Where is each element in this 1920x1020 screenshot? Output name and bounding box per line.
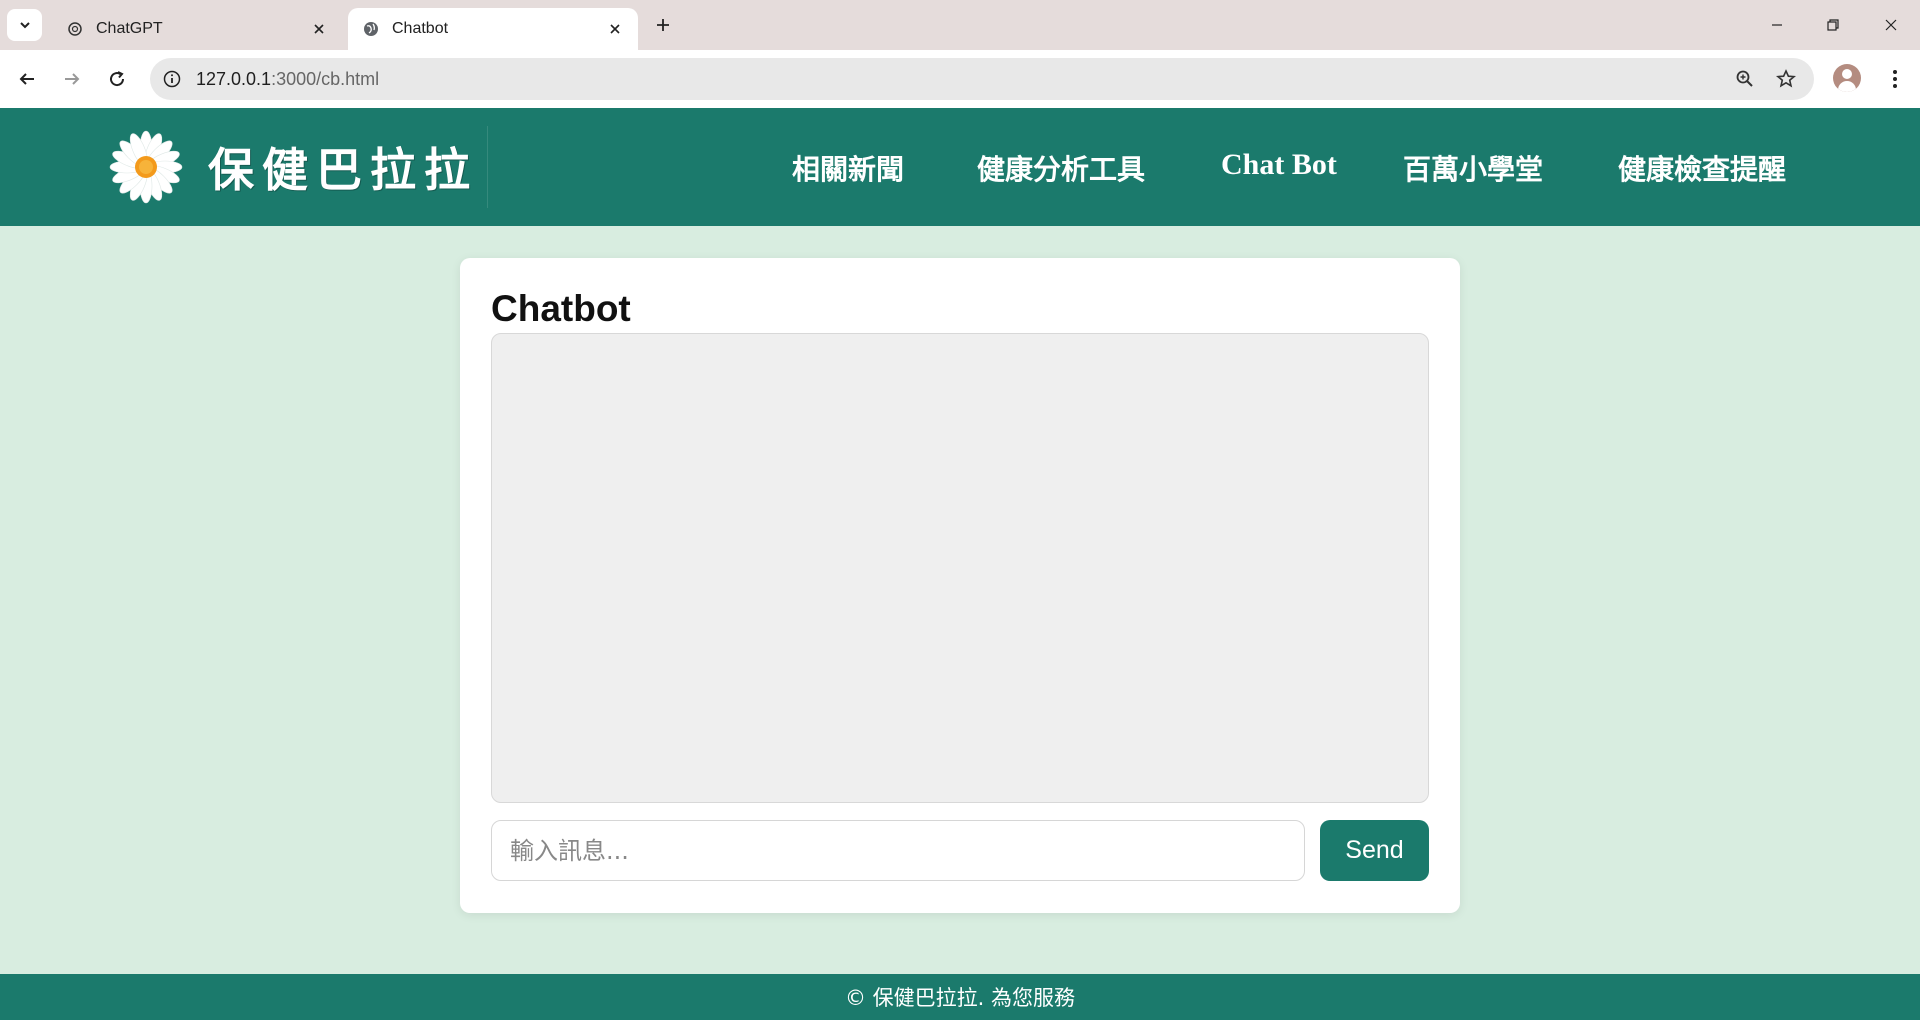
more-vert-icon (1893, 70, 1897, 88)
tab-chatgpt[interactable]: ChatGPT (52, 8, 342, 50)
arrow-right-icon (65, 73, 80, 85)
back-button[interactable] (12, 64, 42, 94)
url-path: :3000/cb.html (271, 69, 380, 89)
brand-name: 保健巴拉拉 (208, 143, 478, 197)
daisy-icon (109, 130, 183, 204)
browser-menu-button[interactable] (1880, 64, 1910, 94)
address-bar[interactable]: 127.0.0.1:3000/cb.html (150, 58, 1814, 100)
reload-button[interactable] (102, 64, 132, 94)
globe-icon (362, 20, 380, 38)
close-tab-icon[interactable] (310, 20, 328, 38)
arrow-left-icon (19, 73, 34, 85)
profile-avatar-icon[interactable] (1833, 64, 1861, 92)
nav-link-quiz[interactable]: 百萬小學堂 (1403, 148, 1543, 188)
url-text[interactable]: 127.0.0.1:3000/cb.html (196, 69, 379, 90)
openai-icon (66, 20, 84, 38)
nav-link-checkup-reminder[interactable]: 健康檢查提醒 (1618, 148, 1786, 188)
site-header: 保健巴拉拉 相關新聞 健康分析工具 Chat Bot 百萬小學堂 健康檢查提醒 (0, 108, 1920, 226)
close-tab-icon[interactable] (606, 20, 624, 38)
chevron-down-icon (19, 22, 30, 29)
close-window-button[interactable] (1876, 10, 1906, 40)
tab-title: ChatGPT (96, 20, 163, 37)
site-logo[interactable]: 保健巴拉拉 (108, 126, 488, 208)
bookmark-star-icon[interactable] (1774, 67, 1798, 91)
minimize-button[interactable] (1762, 10, 1792, 40)
url-host: 127.0.0.1 (196, 69, 272, 89)
nav-link-chat-bot[interactable]: Chat Bot (1221, 148, 1337, 182)
chatbot-card: Chatbot Send (460, 258, 1460, 913)
minimize-icon (1772, 24, 1782, 26)
restore-button[interactable] (1818, 10, 1848, 40)
send-button[interactable]: Send (1320, 820, 1429, 881)
message-input[interactable] (491, 820, 1305, 881)
browser-tab-strip: ChatGPT Chatbot (0, 0, 1920, 50)
site-info-icon[interactable] (160, 67, 184, 91)
chat-log[interactable] (491, 333, 1429, 803)
browser-toolbar: 127.0.0.1:3000/cb.html (0, 50, 1920, 108)
tab-chatbot[interactable]: Chatbot (348, 8, 638, 50)
forward-button[interactable] (57, 64, 87, 94)
footer-text: © 保健巴拉拉. 為您服務 (844, 986, 1076, 1010)
plus-icon (657, 19, 669, 31)
site-footer: © 保健巴拉拉. 為您服務 (0, 974, 1920, 1020)
page-title: Chatbot (491, 288, 631, 329)
nav-link-health-tools[interactable]: 健康分析工具 (977, 148, 1145, 188)
nav-link-news[interactable]: 相關新聞 (792, 148, 904, 188)
restore-icon (1827, 19, 1839, 31)
reload-icon (110, 71, 125, 87)
tab-search-button[interactable] (7, 9, 42, 41)
zoom-icon[interactable] (1733, 67, 1757, 91)
new-tab-button[interactable] (650, 12, 676, 38)
close-icon (1885, 19, 1897, 31)
tab-title: Chatbot (392, 20, 449, 37)
